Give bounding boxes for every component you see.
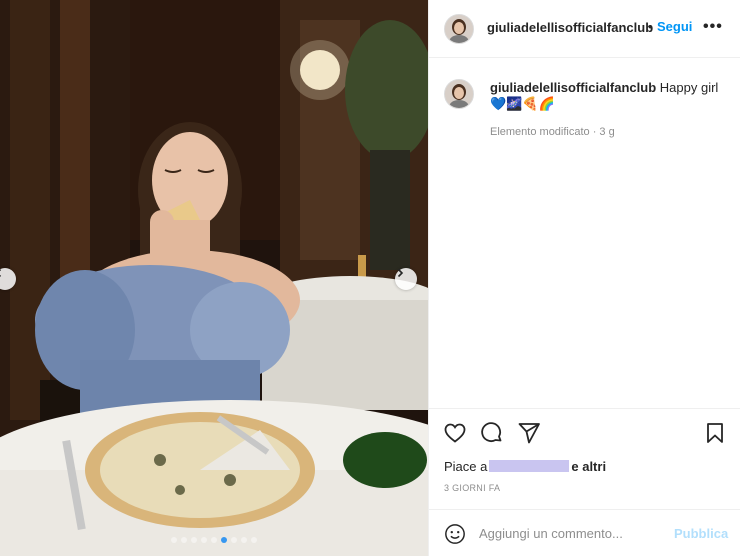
action-bar: Piace a e altri 3 GIORNI FA Pubblica bbox=[429, 408, 740, 556]
edited-timestamp: Elemento modificato · 3 g bbox=[490, 126, 615, 138]
caption-body: Happy girl bbox=[659, 80, 719, 95]
carousel-dot bbox=[181, 537, 187, 543]
carousel-dot bbox=[211, 537, 217, 543]
chevron-right-icon bbox=[397, 268, 404, 278]
carousel-dot bbox=[201, 537, 207, 543]
post-photo[interactable] bbox=[0, 0, 428, 556]
likes-summary[interactable]: Piace a e altri bbox=[444, 459, 606, 474]
heart-icon[interactable] bbox=[443, 421, 467, 445]
caption-emojis: 💙🌌🍕🌈 bbox=[490, 96, 555, 111]
paper-plane-icon[interactable] bbox=[517, 421, 541, 445]
likes-others[interactable]: e altri bbox=[571, 459, 606, 474]
caption-username[interactable]: giuliadelellisofficialfanclub bbox=[490, 80, 656, 95]
carousel-dot bbox=[241, 537, 247, 543]
carousel-dot bbox=[251, 537, 257, 543]
avatar-image bbox=[445, 80, 473, 108]
post-date: 3 GIORNI FA bbox=[444, 483, 501, 493]
carousel-indicator bbox=[0, 537, 428, 543]
likes-prefix: Piace a bbox=[444, 459, 488, 474]
follow-button[interactable]: Segui bbox=[657, 19, 692, 34]
avatar-image bbox=[445, 15, 473, 43]
author-username[interactable]: giuliadelellisofficialfanclub bbox=[487, 20, 653, 35]
comment-input[interactable] bbox=[479, 522, 659, 544]
author-avatar[interactable] bbox=[444, 14, 474, 44]
carousel-dot bbox=[191, 537, 197, 543]
post-sidebar: giuliadelellisofficialfanclub • Segui ••… bbox=[428, 0, 740, 556]
liker-name-redacted bbox=[489, 460, 570, 472]
post-header: giuliadelellisofficialfanclub • Segui ••… bbox=[429, 0, 740, 58]
carousel-dot bbox=[221, 537, 227, 543]
comment-bubble-icon[interactable] bbox=[480, 421, 504, 445]
next-slide-button[interactable] bbox=[395, 268, 417, 290]
caption-text: giuliadelellisofficialfanclub Happy girl bbox=[490, 79, 730, 97]
photo-illustration bbox=[0, 0, 428, 556]
post-modal: giuliadelellisofficialfanclub • Segui ••… bbox=[0, 0, 740, 556]
publish-button[interactable]: Pubblica bbox=[674, 526, 728, 541]
header-separator: • bbox=[648, 19, 653, 34]
caption-avatar[interactable] bbox=[444, 79, 474, 109]
carousel-dot bbox=[171, 537, 177, 543]
more-options-button[interactable]: ••• bbox=[703, 18, 723, 36]
chevron-left-icon bbox=[0, 269, 2, 277]
bookmark-icon[interactable] bbox=[703, 421, 727, 445]
comment-form: Pubblica bbox=[429, 509, 740, 557]
smiley-icon[interactable] bbox=[444, 523, 466, 545]
carousel-dot bbox=[231, 537, 237, 543]
